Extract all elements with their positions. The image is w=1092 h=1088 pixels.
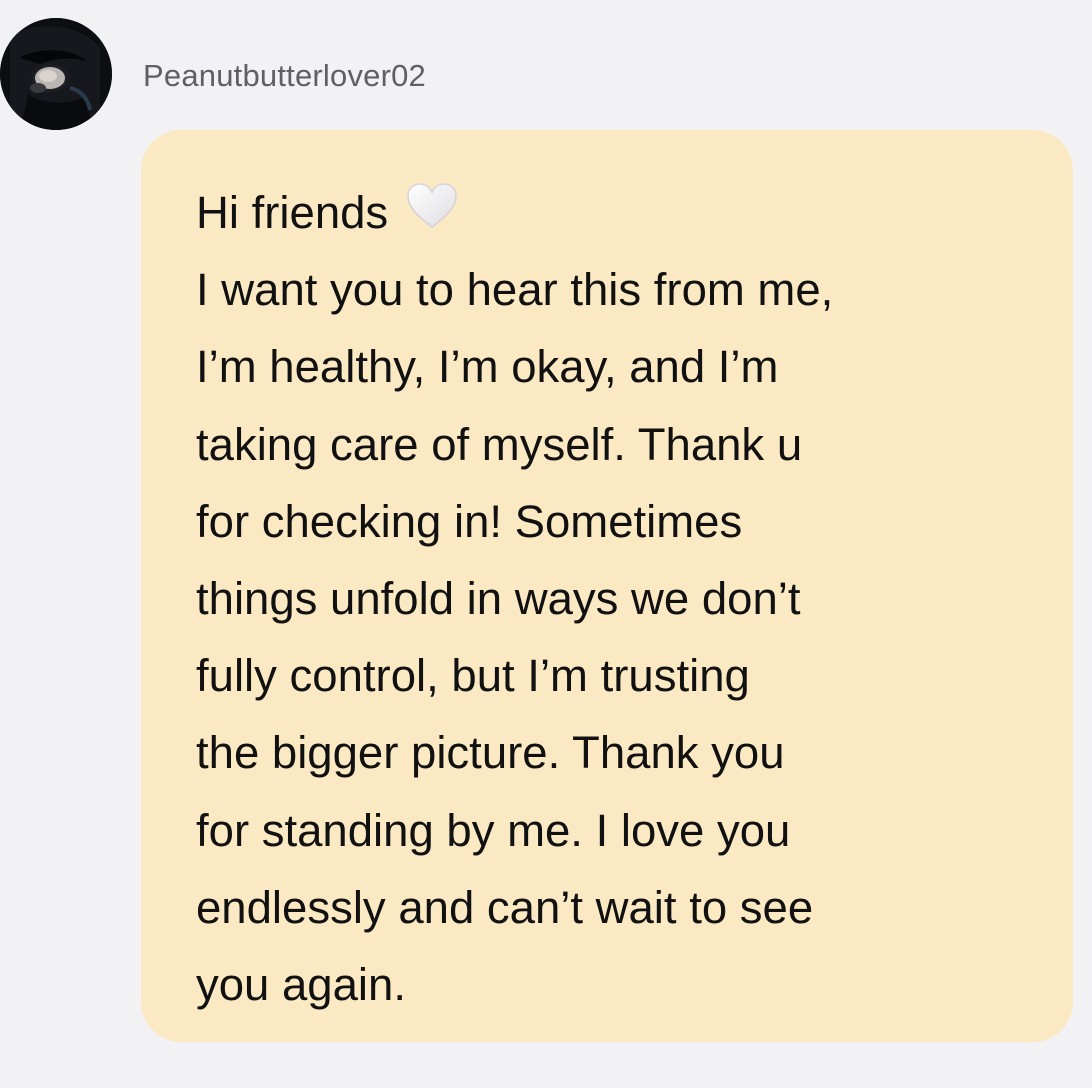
message-bubble[interactable]: Hi friends I want you to hear this from …	[141, 130, 1073, 1042]
greeting-text: Hi friends	[196, 187, 389, 238]
message-line: fully control, but I’m trusting	[196, 650, 750, 702]
message-text: Hi friends I want you to hear this from …	[196, 174, 1033, 1023]
message-line: the bigger picture. Thank you	[196, 727, 785, 779]
avatar-photo	[0, 18, 112, 130]
white-heart-icon	[406, 182, 458, 230]
message-line: I’m healthy, I’m okay, and I’m	[196, 341, 779, 393]
message-line: for standing by me. I love you	[196, 804, 791, 856]
message-line: endlessly and can’t wait to see	[196, 881, 814, 933]
message-line: taking care of myself. Thank u	[196, 418, 803, 470]
avatar[interactable]	[0, 18, 112, 130]
message-line: for checking in! Sometimes	[196, 495, 743, 547]
username[interactable]: Peanutbutterlover02	[143, 56, 426, 96]
message-line-greeting: Hi friends	[196, 174, 1033, 251]
message-line: things unfold in ways we don’t	[196, 573, 801, 625]
message-line: I want you to hear this from me,	[196, 264, 834, 316]
message-thread: Peanutbutterlover02 Hi friends I want yo…	[0, 0, 1092, 1088]
message-line: you again.	[196, 959, 406, 1011]
